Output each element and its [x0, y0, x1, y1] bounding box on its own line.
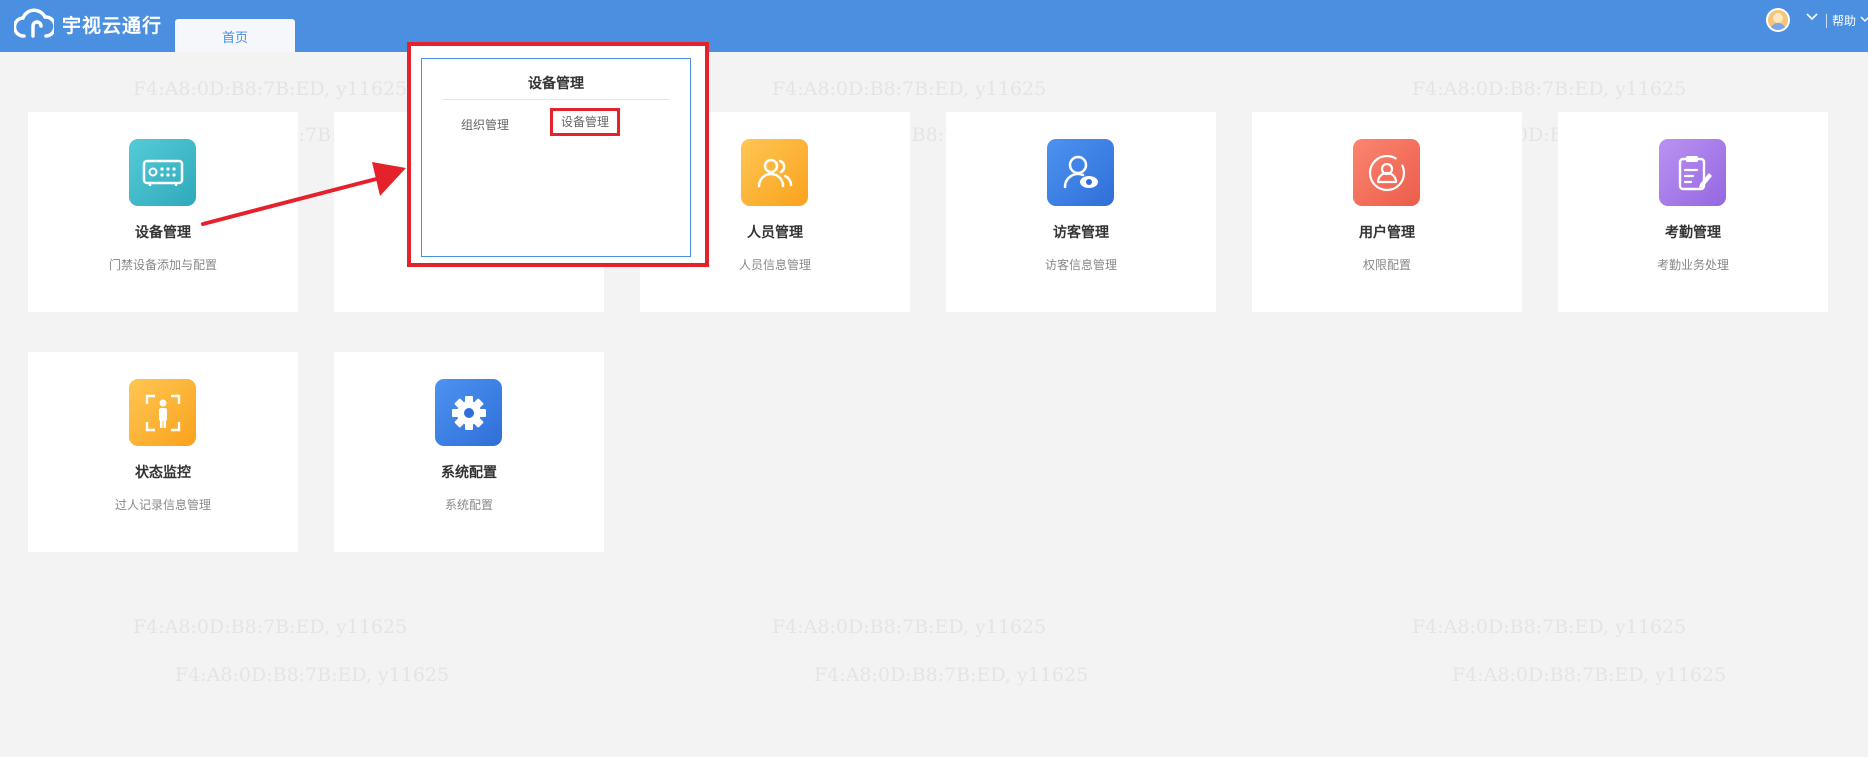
- card-title: 考勤管理: [1665, 225, 1721, 241]
- popup-divider: [442, 99, 670, 100]
- top-bar: 宇视云通行 首页 帮助: [0, 0, 1868, 52]
- card-visitor-management[interactable]: 访客管理 访客信息管理: [946, 112, 1216, 312]
- device-management-popup: 设备管理 组织管理 设备管理: [407, 42, 709, 267]
- card-user-management[interactable]: 用户管理 权限配置: [1252, 112, 1522, 312]
- watermark: F4:A8:0D:B8:7B:ED, y11625: [133, 78, 408, 100]
- people-icon: [741, 139, 808, 206]
- app-name: 宇视云通行: [62, 14, 163, 37]
- watermark: F4:A8:0D:B8:7B:ED, y11625: [1412, 78, 1687, 100]
- popup-item-device-management[interactable]: 设备管理: [550, 108, 620, 136]
- watermark: F4:A8:0D:B8:7B:ED, y11625: [772, 616, 1047, 638]
- avatar[interactable]: [1766, 8, 1790, 32]
- watermark: F4:A8:0D:B8:7B:ED, y11625: [1452, 664, 1727, 686]
- device-icon: [129, 139, 196, 206]
- card-title: 系统配置: [441, 465, 497, 481]
- card-title: 访客管理: [1053, 225, 1109, 241]
- help-chevron-down-icon[interactable]: [1860, 14, 1868, 24]
- help-link[interactable]: 帮助: [1832, 12, 1856, 29]
- chevron-down-icon[interactable]: [1805, 10, 1819, 24]
- card-title: 设备管理: [135, 225, 191, 241]
- card-subtitle: 过人记录信息管理: [114, 498, 211, 512]
- watermark: F4:A8:0D:B8:7B:ED, y11625: [133, 616, 408, 638]
- card-subtitle: 权限配置: [1362, 258, 1411, 272]
- monitor-icon: [129, 379, 196, 446]
- watermark: F4:A8:0D:B8:7B:ED, y11625: [1412, 616, 1687, 638]
- cloud-logo-icon: [14, 8, 54, 38]
- tab-home[interactable]: 首页: [175, 19, 295, 52]
- visitor-icon: [1047, 139, 1114, 206]
- card-title: 状态监控: [135, 465, 191, 481]
- watermark: F4:A8:0D:B8:7B:ED, y11625: [772, 78, 1047, 100]
- popup-item-organization[interactable]: 组织管理: [461, 116, 509, 133]
- attendance-icon: [1659, 139, 1726, 206]
- card-subtitle: 访客信息管理: [1044, 258, 1117, 272]
- card-title: 用户管理: [1359, 225, 1415, 241]
- card-subtitle: 考勤业务处理: [1656, 258, 1729, 272]
- watermark: F4:A8:0D:B8:7B:ED, y11625: [814, 664, 1089, 686]
- card-system-config[interactable]: 系统配置 系统配置: [334, 352, 604, 552]
- divider: [1826, 14, 1827, 28]
- logo[interactable]: 宇视云通行: [14, 8, 162, 40]
- user-icon: [1353, 139, 1420, 206]
- card-device-management[interactable]: 设备管理 门禁设备添加与配置: [28, 112, 298, 312]
- popup-title: 设备管理: [528, 76, 584, 92]
- popup-panel: 设备管理 组织管理 设备管理: [421, 58, 691, 257]
- card-subtitle: 系统配置: [444, 498, 493, 512]
- gear-icon: [435, 379, 502, 446]
- card-status-monitor[interactable]: 状态监控 过人记录信息管理: [28, 352, 298, 552]
- card-attendance-management[interactable]: 考勤管理 考勤业务处理: [1558, 112, 1828, 312]
- card-subtitle: 门禁设备添加与配置: [108, 258, 217, 272]
- watermark: F4:A8:0D:B8:7B:ED, y11625: [175, 664, 450, 686]
